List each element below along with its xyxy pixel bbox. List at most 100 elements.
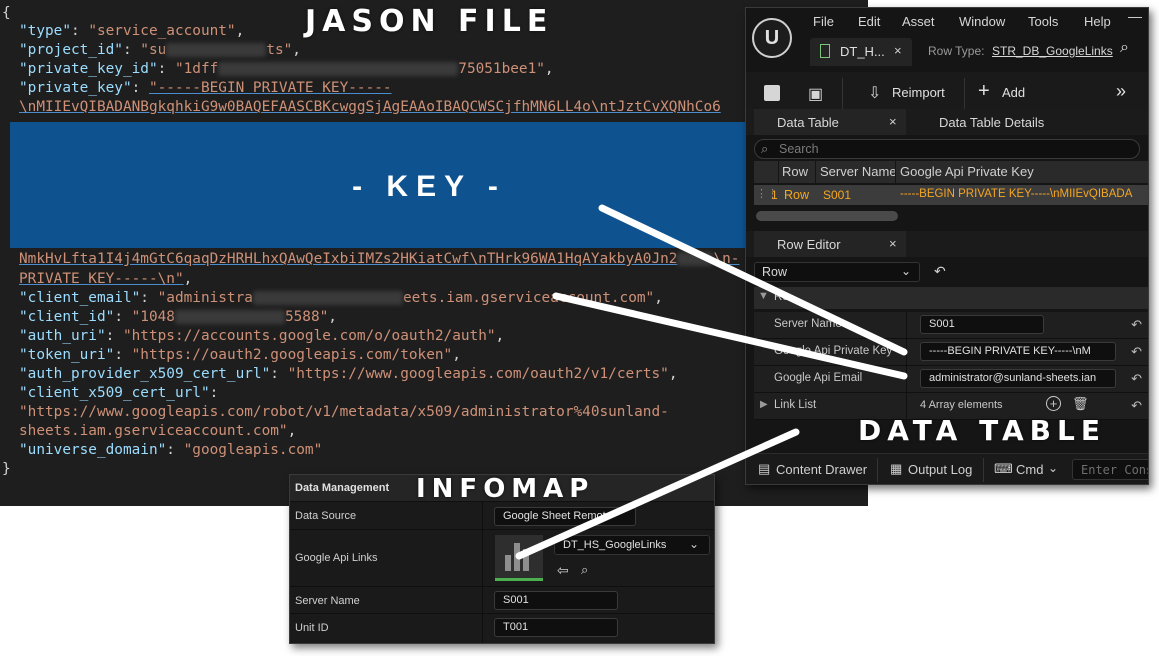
trash-icon[interactable]: 🗑 — [1072, 396, 1089, 412]
add-label: Add — [1002, 85, 1026, 100]
cmd-dropdown[interactable]: ⌨ Cmd ⌄ — [994, 458, 1064, 482]
data-table-asset-icon — [820, 44, 830, 58]
json-value: "administra — [157, 290, 253, 306]
reset-arrow-icon[interactable]: ↶ — [934, 263, 946, 280]
reset-arrow-icon[interactable]: ↶ — [1131, 371, 1142, 387]
column-divider — [482, 502, 483, 530]
unit-id-field[interactable]: T001 — [494, 618, 618, 637]
json-key: "token_uri" — [19, 347, 115, 363]
column-divider — [778, 161, 779, 183]
json-value: "1dff — [174, 61, 219, 77]
tab-data-table-details[interactable]: Data Table Details — [939, 115, 1044, 130]
close-panel-icon[interactable]: × — [889, 114, 897, 129]
json-key: "private_key" — [19, 80, 132, 96]
terminal-icon: ⌨ — [994, 461, 1013, 476]
reimport-label: Reimport — [892, 85, 945, 100]
row-category-header[interactable]: ▼ Ro — [754, 287, 1148, 309]
reset-arrow-icon[interactable]: ↶ — [1131, 344, 1142, 360]
output-log-icon: ▦ — [890, 461, 903, 476]
content-drawer-button[interactable]: ▤ Content Drawer — [756, 458, 876, 482]
data-source-dropdown[interactable]: Google Sheet Remote — [494, 507, 636, 526]
bar-icon-part — [505, 555, 511, 571]
json-key: "type" — [19, 23, 71, 39]
row-server-name: S001 — [823, 188, 852, 202]
redacted-blur — [174, 310, 285, 324]
add-element-icon[interactable]: + — [1046, 396, 1061, 411]
unreal-logo-icon: U — [752, 18, 792, 58]
property-row-email: Google Api Email administrator@sunland-s… — [754, 366, 1148, 393]
reset-arrow-icon[interactable]: ↶ — [1131, 398, 1142, 414]
json-value: NmkHvLfta1I4j4mGtC6qaqDzHRHLhxQAwQeIxbiI… — [19, 251, 678, 267]
column-header-row[interactable]: Row — [782, 164, 808, 179]
reimport-button[interactable]: ⇩ Reimport — [868, 78, 958, 110]
json-value: 5588" — [284, 309, 329, 325]
horizontal-scrollbar[interactable] — [756, 211, 898, 221]
json-key: "client_email" — [19, 290, 141, 306]
property-label: Data Source — [295, 510, 357, 522]
browse-icon[interactable]: ⌕ — [581, 562, 588, 578]
output-log-button[interactable]: ▦ Output Log — [890, 458, 985, 482]
output-log-label: Output Log — [908, 462, 973, 477]
reset-arrow-icon[interactable]: ↶ — [1131, 317, 1142, 333]
menu-window[interactable]: Window — [959, 14, 1005, 29]
json-value: \n- — [713, 251, 740, 267]
menu-help[interactable]: Help — [1084, 14, 1111, 29]
save-icon[interactable] — [764, 85, 780, 101]
asset-picker-dropdown[interactable]: DT_HS_GoogleLinks ⌄ — [554, 535, 710, 555]
row-selector-dropdown[interactable]: Row ⌄ — [754, 262, 920, 282]
json-value: "su — [140, 42, 167, 58]
add-button[interactable]: + Add — [978, 78, 1038, 110]
json-value: "googleapis.com" — [183, 442, 323, 458]
asset-thumbnail[interactable] — [495, 535, 543, 581]
json-line-client-id: "client_id": "1048 5588", — [19, 309, 337, 325]
status-divider — [983, 458, 984, 482]
table-row[interactable]: ⋮⋮ 1 Row S001 -----BEGIN PRIVATE KEY----… — [754, 185, 1148, 205]
property-row-data-source: Data Source Google Sheet Remote — [290, 501, 714, 530]
menu-tools[interactable]: Tools — [1028, 14, 1058, 29]
expand-arrow-icon[interactable]: ▶ — [760, 399, 768, 410]
use-selected-arrow-icon[interactable]: ⇦ — [557, 562, 569, 579]
column-header-private-key[interactable]: Google Api Private Key — [900, 164, 1034, 179]
row-name: Row — [784, 188, 810, 202]
property-row-google-api-links: Google Api Links DT_HS_GoogleLinks ⌄ ⇦ ⌕ — [290, 529, 714, 587]
property-label: Link List — [774, 399, 817, 411]
server-name-field[interactable]: S001 — [920, 315, 1044, 334]
tab-row-editor[interactable]: Row Editor × — [754, 231, 906, 257]
column-divider — [482, 587, 483, 614]
api-email-field[interactable]: administrator@sunland-sheets.ian — [920, 369, 1116, 388]
row-type-label: Row Type: — [928, 44, 985, 58]
minimize-icon[interactable]: — — [1128, 8, 1142, 24]
row-editor-tabbar: Row Editor × — [746, 231, 1148, 257]
more-chevron-icon[interactable]: » — [1116, 81, 1126, 102]
console-input[interactable]: Enter Cons — [1072, 459, 1148, 480]
json-cert-url-line-1: "https://www.googleapis.com/robot/v1/met… — [19, 404, 669, 420]
property-row-server-name: Server Name S001 — [290, 586, 714, 614]
property-label: Google Api Email — [774, 372, 863, 384]
column-divider — [482, 614, 483, 643]
data-table-title: DATA TABLE — [858, 414, 1106, 447]
private-key-field[interactable]: -----BEGIN PRIVATE KEY-----\nM — [920, 342, 1116, 361]
asset-picker-value: DT_HS_GoogleLinks — [563, 539, 667, 551]
asset-tab[interactable]: DT_H... × — [810, 38, 912, 66]
row-type-value[interactable]: STR_DB_GoogleLinks — [992, 44, 1113, 58]
menu-asset[interactable]: Asset — [902, 14, 935, 29]
server-name-field[interactable]: S001 — [494, 591, 618, 610]
menu-file[interactable]: File — [813, 14, 834, 29]
browse-asset-icon[interactable]: ▣ — [808, 84, 823, 104]
json-value: ts" — [266, 42, 293, 58]
property-label: Server Name — [774, 318, 842, 330]
content-drawer-icon: ▤ — [758, 461, 771, 476]
column-header-server-name[interactable]: Server Name — [820, 164, 898, 179]
json-line-private-key-id: "private_key_id": "1dff 75051bee1", — [19, 61, 554, 77]
redacted-blur — [252, 291, 403, 305]
search-input[interactable]: ⌕ Search — [754, 139, 1140, 159]
close-tab-icon[interactable]: × — [894, 43, 902, 58]
menu-edit[interactable]: Edit — [858, 14, 880, 29]
tab-data-table[interactable]: Data Table × — [754, 109, 906, 135]
property-row-server-name: Server Name S001 ↶ — [754, 312, 1148, 339]
close-panel-icon[interactable]: × — [889, 236, 897, 251]
json-key: "client_id" — [19, 309, 115, 325]
column-divider — [906, 312, 907, 338]
plus-icon: + — [978, 80, 990, 102]
search-icon[interactable]: ⌕ — [1120, 39, 1129, 57]
